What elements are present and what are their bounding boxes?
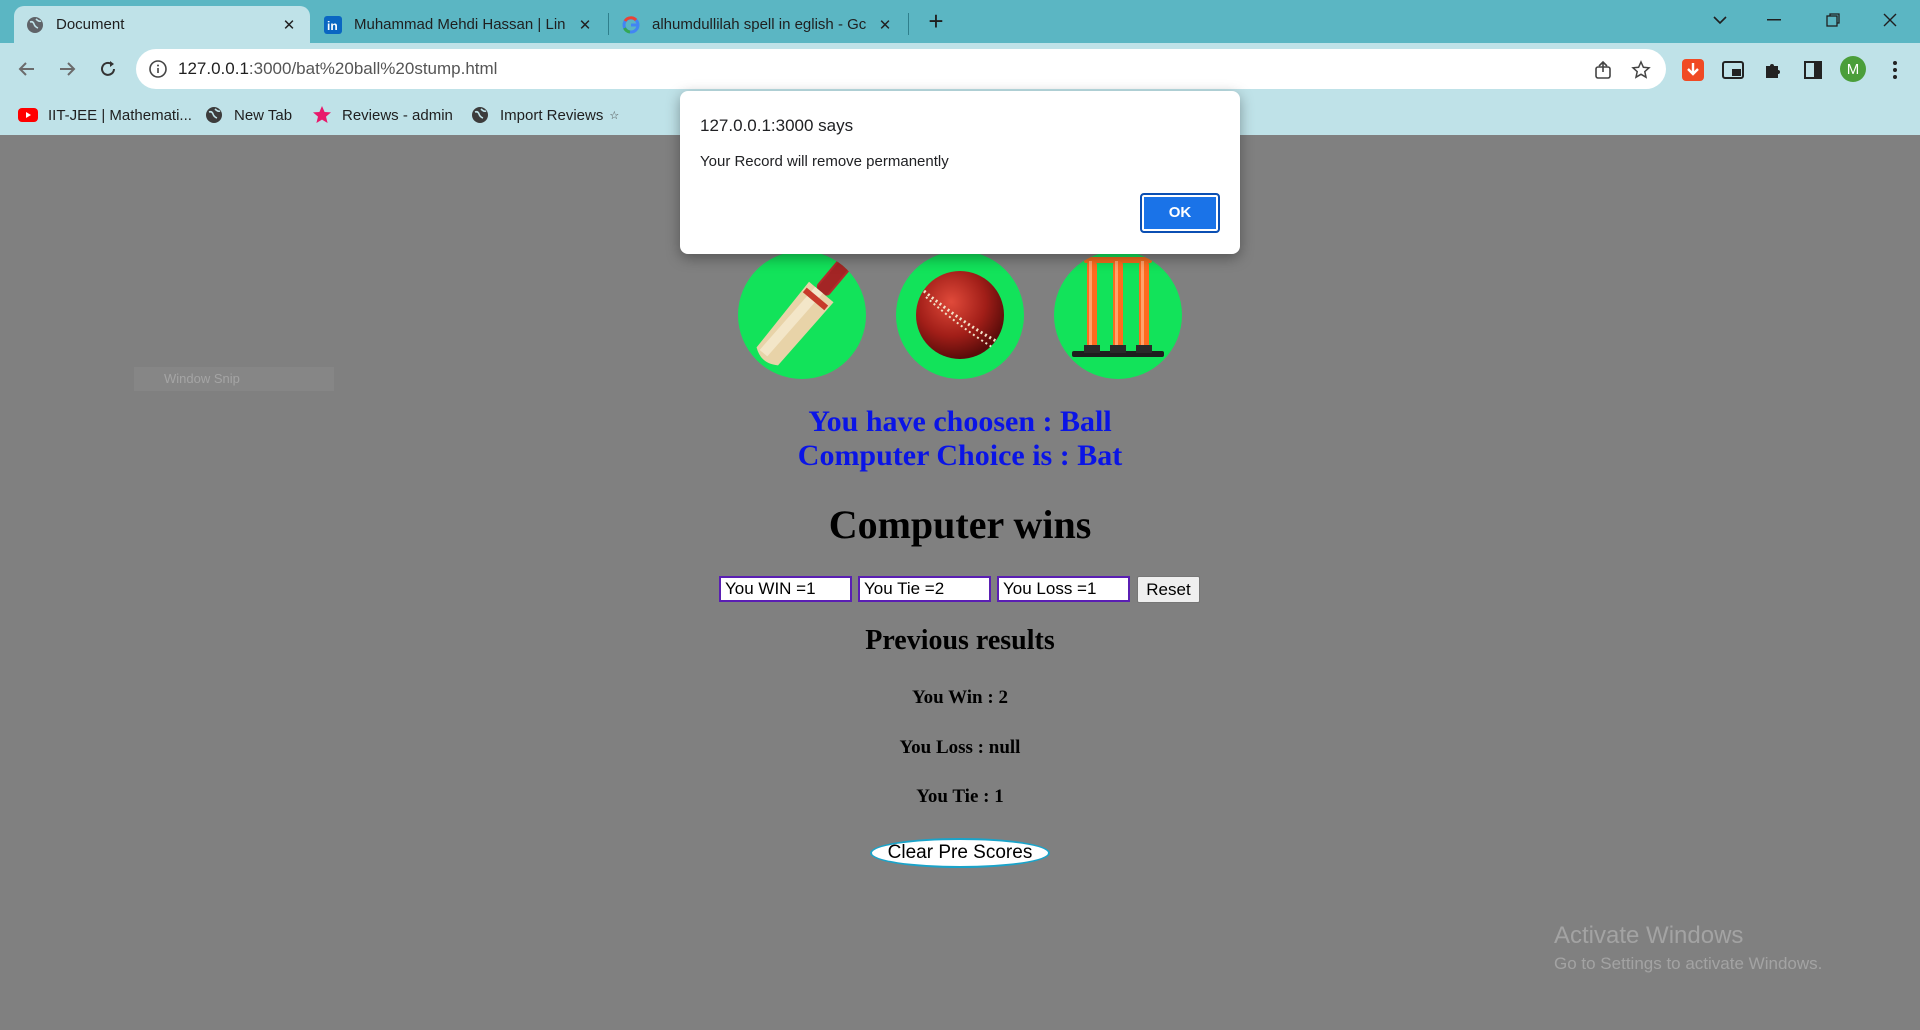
tab-strip: Document ✕ in Muhammad Mehdi Hassan | Li…	[0, 0, 1920, 43]
alert-dialog: 127.0.0.1:3000 says Your Record will rem…	[680, 91, 1240, 254]
bookmark-label: Import Reviews	[500, 106, 604, 124]
svg-text:in: in	[327, 19, 338, 33]
win-score-field[interactable]: You WIN =1	[719, 576, 852, 602]
clear-pre-scores-button[interactable]: Clear Pre Scores	[870, 838, 1050, 868]
url-host: 127.0.0.1	[178, 59, 249, 78]
cricket-bat-icon	[756, 257, 852, 366]
reload-icon[interactable]	[93, 54, 123, 84]
bookmark-label: IIT-JEE | Mathemati...	[48, 106, 192, 124]
previous-tie: You Tie : 1	[916, 786, 1004, 807]
user-choice-text: You have choosen : Ball	[808, 405, 1112, 438]
tie-score-field[interactable]: You Tie =2	[858, 576, 991, 602]
url-text[interactable]: 127.0.0.1:3000/bat%20ball%20stump.html	[178, 59, 497, 79]
bookmark-label: New Tab	[234, 106, 293, 124]
tab-title: alhumdullilah spell in eglish - Gc	[652, 16, 867, 33]
watermark-subtitle: Go to Settings to activate Windows.	[1554, 954, 1823, 973]
dialog-message: Your Record will remove permanently	[700, 153, 949, 170]
result-heading: Computer wins	[828, 502, 1092, 547]
close-icon[interactable]: ✕	[576, 16, 594, 34]
globe-icon	[470, 105, 490, 125]
globe-icon	[204, 105, 224, 125]
dialog-title: 127.0.0.1:3000 says	[700, 116, 854, 135]
star-icon	[312, 105, 332, 125]
bookmark-item[interactable]: New Tab	[204, 103, 292, 127]
download-extension-icon[interactable]	[1680, 57, 1706, 83]
more-menu-icon[interactable]	[1882, 57, 1908, 83]
previous-results-heading: Previous results	[865, 625, 1055, 656]
address-bar[interactable]: 127.0.0.1:3000/bat%20ball%20stump.html	[136, 49, 1666, 89]
new-tab-button[interactable]: +	[922, 8, 950, 36]
bat-choice[interactable]	[738, 251, 866, 379]
previous-win: You Win : 2	[912, 687, 1008, 708]
bookmark-star-icon[interactable]	[1630, 59, 1652, 81]
stump-choice[interactable]	[1054, 251, 1182, 379]
tab-google[interactable]: alhumdullilah spell in eglish - Gc ✕	[610, 6, 906, 43]
window-snip-ghost: Window Snip	[134, 367, 334, 391]
ok-button[interactable]: OK	[1140, 193, 1220, 233]
close-icon[interactable]: ✕	[280, 16, 298, 34]
bookmark-item[interactable]: Import Reviews ☆	[470, 103, 619, 127]
tab-document[interactable]: Document ✕	[14, 6, 310, 43]
minimize-icon[interactable]	[1754, 4, 1794, 36]
bookmark-star-icon: ☆	[609, 109, 620, 122]
cricket-ball-icon	[916, 271, 1004, 359]
forward-icon[interactable]	[52, 54, 82, 84]
share-icon[interactable]	[1592, 59, 1614, 81]
back-icon[interactable]	[12, 54, 42, 84]
reset-button[interactable]: Reset	[1137, 576, 1200, 603]
tab-linkedin[interactable]: in Muhammad Mehdi Hassan | Lin ✕	[312, 6, 606, 43]
bookmark-label: Reviews - admin	[342, 106, 453, 124]
close-icon[interactable]: ✕	[876, 16, 894, 34]
url-path: :3000/bat%20ball%20stump.html	[248, 59, 498, 78]
computer-choice-text: Computer Choice is : Bat	[797, 439, 1123, 472]
previous-loss: You Loss : null	[899, 737, 1021, 758]
google-icon	[622, 15, 640, 34]
globe-icon	[26, 16, 44, 34]
stumps-icon	[1072, 257, 1164, 357]
bookmark-item[interactable]: Reviews - admin	[312, 103, 453, 127]
close-window-icon[interactable]	[1870, 4, 1910, 36]
page-content: Window Snip You have choosen: Ball Comp…	[0, 135, 1920, 1030]
youtube-icon	[18, 105, 38, 125]
site-info-icon[interactable]	[148, 59, 168, 79]
bookmark-item[interactable]: IIT-JEE | Mathemati...	[18, 103, 192, 127]
activate-windows-watermark: Activate Windows Go to Settings to activ…	[1554, 922, 1822, 974]
ball-choice[interactable]	[896, 251, 1024, 379]
browser-toolbar: 127.0.0.1:3000/bat%20ball%20stump.html	[0, 43, 1920, 95]
tab-title: Muhammad Mehdi Hassan | Lin	[354, 16, 566, 33]
tab-title: Document	[56, 16, 125, 33]
tab-search-icon[interactable]	[1700, 4, 1740, 36]
loss-score-field[interactable]: You Loss =1	[997, 576, 1130, 602]
profile-avatar[interactable]: M	[1840, 56, 1866, 82]
side-panel-icon[interactable]	[1800, 57, 1826, 83]
linkedin-icon: in	[324, 15, 342, 34]
tab-separator	[608, 13, 609, 35]
picture-in-picture-icon[interactable]	[1720, 57, 1746, 83]
extensions-puzzle-icon[interactable]	[1760, 57, 1786, 83]
watermark-title: Activate Windows	[1554, 922, 1744, 949]
tab-separator	[908, 13, 909, 35]
restore-icon[interactable]	[1813, 4, 1853, 36]
